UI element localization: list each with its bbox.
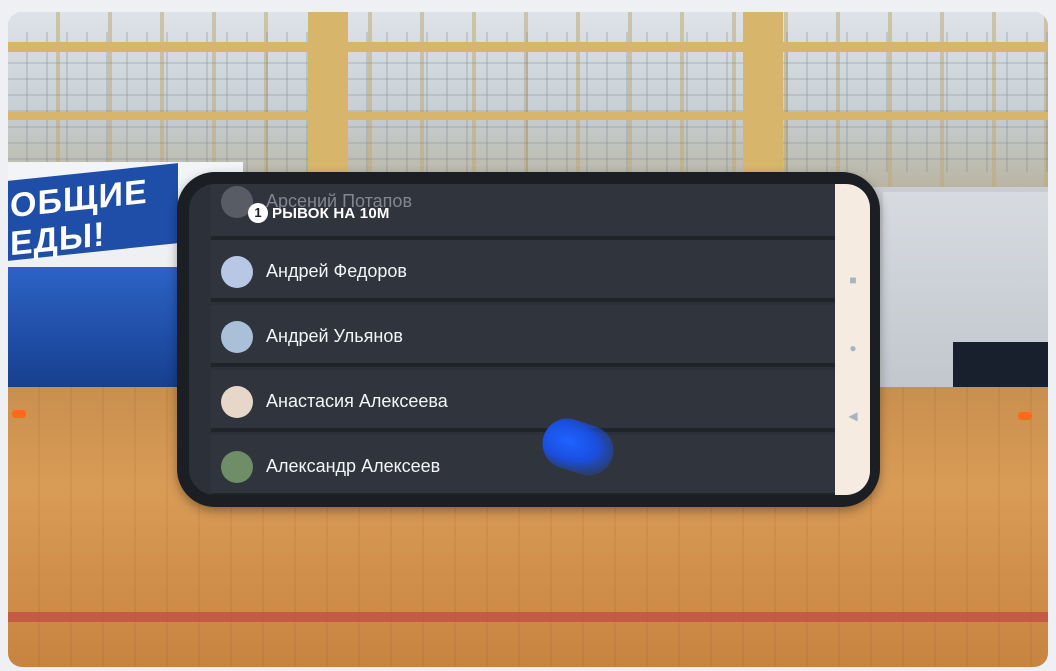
support-column (743, 12, 783, 187)
phone-screen: Арсений Потапов Андрей Федоров Андрей Ул… (189, 184, 835, 495)
step-number-badge: 1 (248, 203, 268, 223)
training-cone (1018, 412, 1032, 420)
triangle-back-icon[interactable]: ◀ (845, 408, 861, 424)
roof-beam (8, 112, 1048, 120)
avatar (221, 451, 253, 483)
list-item[interactable]: Александр Алексеев (211, 435, 835, 495)
avatar (221, 386, 253, 418)
banner-crowd (8, 267, 188, 387)
banner-text: ОБЩИЕ ЕДЫ! (10, 172, 148, 264)
athlete-name: Анастасия Алексеева (266, 391, 448, 411)
athlete-list[interactable]: Арсений Потапов Андрей Федоров Андрей Ул… (211, 184, 835, 495)
circle-icon[interactable]: ● (845, 340, 861, 356)
exercise-title-text: РЫВОК НА 10М (272, 204, 390, 222)
exercise-title: 1 РЫВОК НА 10М (248, 202, 390, 224)
roof-beam (8, 42, 1048, 52)
system-navbar: ■ ● ◀ (835, 184, 870, 495)
list-item[interactable]: Анастасия Алексеева (211, 370, 835, 432)
square-icon[interactable]: ■ (845, 272, 861, 288)
athlete-name: Александр Алексеев (266, 456, 441, 476)
list-item[interactable]: Андрей Федоров (211, 240, 835, 302)
athlete-name: Андрей Федоров (266, 261, 407, 281)
athlete-name: Андрей Ульянов (266, 326, 403, 346)
support-column (308, 12, 348, 187)
gym-windows (8, 32, 1048, 172)
avatar (221, 256, 253, 288)
list-item[interactable]: Андрей Ульянов (211, 305, 835, 367)
training-cone (12, 410, 26, 418)
phone-device: Арсений Потапов Андрей Федоров Андрей Ул… (177, 172, 880, 507)
avatar (221, 321, 253, 353)
floor-line (8, 612, 1048, 622)
